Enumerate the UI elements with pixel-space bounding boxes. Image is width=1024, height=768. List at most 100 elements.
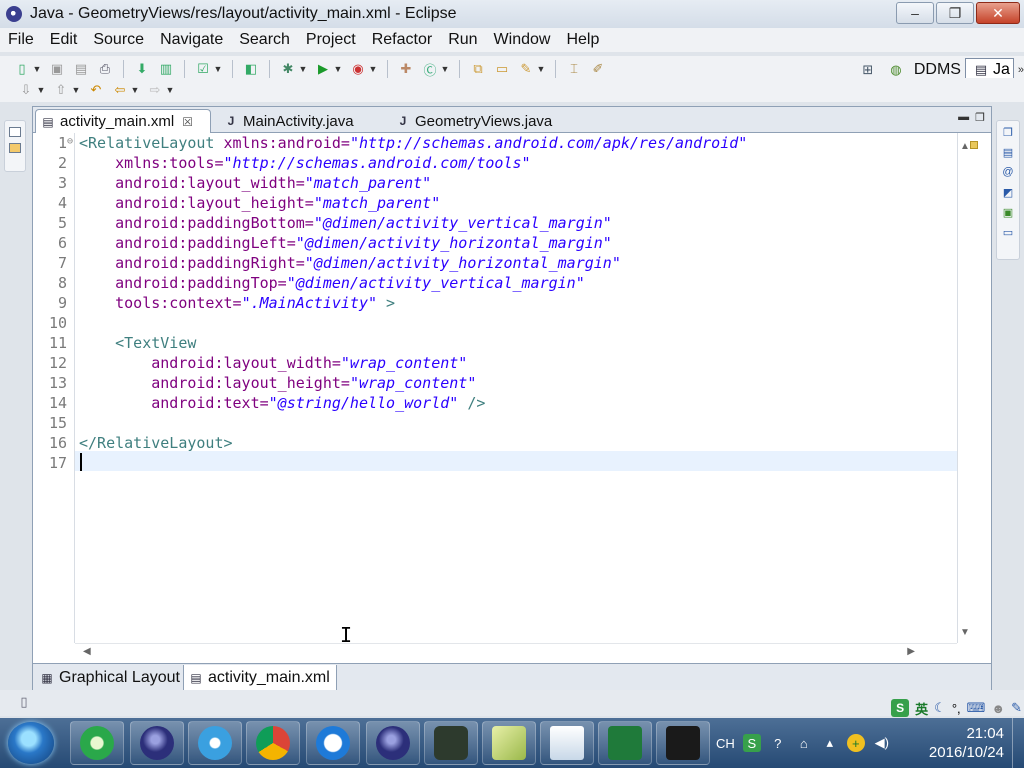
taskbar-eclipse-2-icon[interactable] xyxy=(366,721,420,765)
sogou-ime-icon[interactable]: S xyxy=(891,699,910,717)
chevron-down-icon[interactable]: ▼ xyxy=(71,82,81,98)
ddms-perspective-label[interactable]: DDMS xyxy=(914,61,961,79)
new-icon[interactable]: ▯ xyxy=(13,61,31,77)
sogou-tray-icon[interactable]: S xyxy=(742,734,761,752)
menu-refactor[interactable]: Refactor xyxy=(364,31,440,49)
taskbar-eclipse-icon[interactable] xyxy=(130,721,184,765)
more-perspectives-icon[interactable]: » xyxy=(1018,64,1024,76)
scroll-right-icon[interactable]: ▶ xyxy=(907,646,915,657)
maximize-icon[interactable]: ❐ xyxy=(975,111,985,124)
tab-xml-source[interactable]: ▤ activity_main.xml xyxy=(183,665,337,691)
tab-activity-main-xml[interactable]: ▤ activity_main.xml ☒ xyxy=(35,109,211,133)
sdk-manager-icon[interactable]: ⬇ xyxy=(133,61,151,77)
show-desktop-button[interactable] xyxy=(1012,718,1024,768)
chevron-down-icon[interactable]: ▼ xyxy=(298,61,308,77)
save-all-icon[interactable]: ▤ xyxy=(72,61,90,77)
previous-annotation-icon[interactable]: ⇧ xyxy=(52,82,70,98)
chevron-down-icon[interactable]: ▼ xyxy=(130,82,140,98)
lint-check-icon[interactable]: ☑ xyxy=(194,61,212,77)
chevron-down-icon[interactable]: ▼ xyxy=(368,61,378,77)
punctuation-icon[interactable]: °, xyxy=(952,701,961,716)
chevron-down-icon[interactable]: ▼ xyxy=(165,82,175,98)
network-icon[interactable]: ⌂ xyxy=(795,734,813,752)
chevron-down-icon[interactable]: ▼ xyxy=(36,82,46,98)
minimize-icon[interactable]: ▬ xyxy=(958,111,969,124)
new-java-package-icon[interactable]: ✚ xyxy=(397,61,415,77)
menu-navigate[interactable]: Navigate xyxy=(152,31,231,49)
open-perspective-icon[interactable]: ⊞ xyxy=(859,62,877,78)
menu-edit[interactable]: Edit xyxy=(42,31,86,49)
taskbar-notepad-icon[interactable] xyxy=(540,721,594,765)
minimize-button[interactable]: – xyxy=(896,2,934,24)
close-icon[interactable]: ☒ xyxy=(182,115,193,129)
user-icon[interactable]: ☻ xyxy=(991,701,1005,716)
start-button-icon[interactable] xyxy=(8,722,54,764)
warning-marker-icon[interactable] xyxy=(970,141,978,149)
show-hidden-icons-icon[interactable]: ▴ xyxy=(821,734,839,752)
chevron-down-icon[interactable]: ▼ xyxy=(440,61,450,77)
overview-ruler[interactable]: ▲ ▼ xyxy=(957,133,991,643)
search-icon[interactable]: ✎ xyxy=(517,61,535,77)
toggle-block-selection-icon[interactable]: ✐ xyxy=(589,61,607,77)
open-task-icon[interactable]: ▭ xyxy=(493,61,511,77)
outline-icon[interactable]: ▤ xyxy=(1001,145,1015,159)
help-icon[interactable]: ? xyxy=(769,734,787,752)
taskbar-chrome-icon[interactable] xyxy=(246,721,300,765)
menu-search[interactable]: Search xyxy=(231,31,298,49)
chevron-down-icon[interactable]: ▼ xyxy=(32,61,42,77)
new-android-project-icon[interactable]: ◧ xyxy=(242,61,260,77)
volume-icon[interactable]: ◀) xyxy=(873,734,891,752)
scroll-left-icon[interactable]: ◀ xyxy=(83,646,91,657)
open-type-icon[interactable]: ⧉ xyxy=(469,61,487,77)
javadoc-icon[interactable]: @ xyxy=(1001,165,1015,179)
taskbar-cloud-icon[interactable] xyxy=(306,721,360,765)
package-explorer-icon[interactable] xyxy=(9,143,21,153)
menu-run[interactable]: Run xyxy=(440,31,485,49)
xml-code-editor[interactable]: 1 ⊖ 2 3 4 5 6 7 8 9 10 11 12 13 14 15 16… xyxy=(33,133,957,647)
chevron-down-icon[interactable]: ▼ xyxy=(333,61,343,77)
taskbar-camera-icon[interactable] xyxy=(656,721,710,765)
scroll-up-icon[interactable]: ▲ xyxy=(960,141,970,152)
menu-source[interactable]: Source xyxy=(85,31,152,49)
run-icon[interactable]: ▶ xyxy=(314,61,332,77)
fold-collapse-icon[interactable]: ⊖ xyxy=(67,136,73,147)
chevron-down-icon[interactable]: ▼ xyxy=(536,61,546,77)
menu-help[interactable]: Help xyxy=(558,31,607,49)
maximize-button[interactable]: ❐ xyxy=(936,2,974,24)
problems-icon[interactable]: ▣ xyxy=(1001,205,1015,219)
external-tools-icon[interactable]: ◉ xyxy=(349,61,367,77)
declaration-icon[interactable]: ◩ xyxy=(1001,185,1015,199)
menu-file[interactable]: File xyxy=(0,31,42,49)
taskbar-network-icon[interactable] xyxy=(188,721,242,765)
tab-geometryviews-java[interactable]: J GeometryViews.java xyxy=(391,109,591,133)
console-icon[interactable]: ▭ xyxy=(1001,225,1015,239)
plus-tray-icon[interactable]: + xyxy=(846,734,865,752)
save-icon[interactable]: ▣ xyxy=(48,61,66,77)
input-language[interactable]: CH xyxy=(716,736,735,751)
forward-icon[interactable]: ⇨ xyxy=(146,82,164,98)
new-java-class-icon[interactable]: Ⓒ xyxy=(421,61,439,78)
taskbar-android-monitor-icon[interactable] xyxy=(424,721,478,765)
eclipse-app-icon[interactable] xyxy=(6,6,22,22)
scroll-down-icon[interactable]: ▼ xyxy=(960,627,970,638)
ddms-icon[interactable]: ◍ xyxy=(887,62,905,78)
taskbar-excel-icon[interactable] xyxy=(598,721,652,765)
taskbar-notes-icon[interactable] xyxy=(482,721,536,765)
tab-mainactivity-java[interactable]: J MainActivity.java xyxy=(219,109,395,133)
horizontal-scrollbar[interactable]: ◀ ▶ xyxy=(75,643,957,659)
keyboard-icon[interactable]: ⌨ xyxy=(967,700,986,716)
toggle-mark-occurrences-icon[interactable]: ⌶ xyxy=(565,61,583,77)
menu-window[interactable]: Window xyxy=(486,31,559,49)
moon-icon[interactable]: ☾ xyxy=(934,700,946,716)
taskbar-ie-icon[interactable] xyxy=(70,721,124,765)
last-edit-location-icon[interactable]: ↶ xyxy=(87,82,105,98)
chevron-down-icon[interactable]: ▼ xyxy=(213,61,223,77)
fast-view-icon[interactable]: ▯ xyxy=(15,694,33,710)
restore-view-icon[interactable] xyxy=(9,127,21,137)
back-icon[interactable]: ⇦ xyxy=(111,82,129,98)
next-annotation-icon[interactable]: ⇩ xyxy=(17,82,35,98)
close-button[interactable]: ✕ xyxy=(976,2,1020,24)
ime-language-toggle[interactable]: 英 xyxy=(915,699,928,718)
debug-icon[interactable]: ✱ xyxy=(279,61,297,77)
print-icon[interactable]: ⎙ xyxy=(96,61,114,77)
